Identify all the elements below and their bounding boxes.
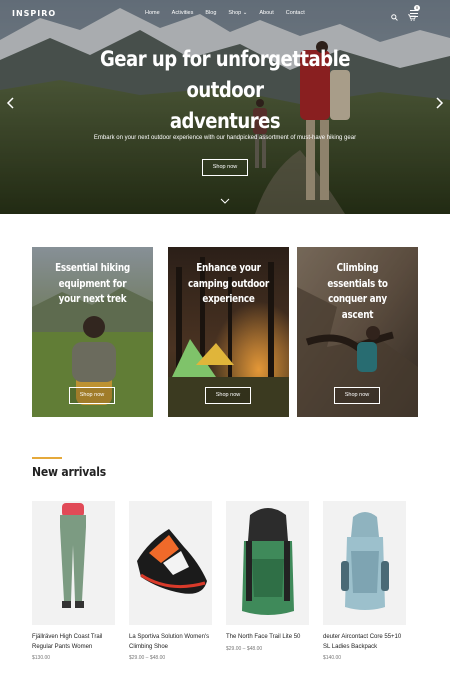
product-name[interactable]: deuter Aircontact Core 55+10 SL Ladies B… (323, 633, 406, 652)
top-navigation: INSPIRO Home Activities Blog Shop ⌄ Abou… (0, 0, 450, 28)
menu-item-contact[interactable]: Contact (286, 10, 305, 16)
menu-item-about[interactable]: About (259, 10, 273, 16)
menu-item-activities[interactable]: Activities (172, 10, 194, 16)
product-price: $29.00 – $48.00 (129, 655, 166, 661)
promo-shop-now-button[interactable]: Shop now (205, 387, 251, 404)
product-price: $140.00 (323, 655, 342, 661)
product-image[interactable] (32, 501, 115, 625)
product-card[interactable]: La Sportiva Solution Women's Climbing Sh… (129, 501, 212, 661)
product-card[interactable]: deuter Aircontact Core 55+10 SL Ladies B… (323, 501, 406, 661)
hero-title-line-1: Gear up for unforgettable outdoor (100, 47, 350, 102)
product-image[interactable] (129, 501, 212, 625)
menu-item-home[interactable]: Home (145, 10, 160, 16)
scroll-down-chevron-icon[interactable] (220, 198, 230, 204)
hamburger-menu-icon[interactable] (410, 10, 418, 19)
product-image[interactable] (323, 501, 406, 625)
hero-slider: INSPIRO Home Activities Blog Shop ⌄ Abou… (0, 0, 450, 214)
product-name[interactable]: The North Face Trail Lite 50 (226, 633, 309, 643)
hero-subtitle: Embark on your next outdoor experience w… (93, 135, 357, 141)
promo-card-camping[interactable]: Enhance your camping outdoor experience … (168, 247, 289, 417)
promo-shop-now-button[interactable]: Shop now (69, 387, 115, 404)
hero-shop-now-button[interactable]: Shop now (202, 159, 248, 176)
slider-prev-arrow-icon[interactable] (6, 97, 16, 109)
product-price: $29.00 – $48.00 (226, 645, 263, 652)
hero-title: Gear up for unforgettable outdoor advent… (66, 44, 384, 137)
promo-card-title: Climbing essentials to conquer any ascen… (327, 262, 388, 321)
chevron-down-icon: ⌄ (242, 10, 248, 16)
product-card[interactable]: Fjällräven High Coast Trail Regular Pant… (32, 501, 115, 661)
site-logo[interactable]: INSPIRO (12, 9, 56, 18)
menu-item-blog[interactable]: Blog (205, 10, 216, 16)
promo-card-title: Essential hiking equipment for your next… (55, 262, 130, 305)
section-accent-line (32, 457, 62, 459)
menu-item-shop-label: Shop (228, 10, 242, 16)
product-price: $130.00 (32, 655, 51, 661)
hero-title-line-2: adventures (169, 109, 281, 133)
menu-item-shop[interactable]: Shop ⌄ (228, 10, 247, 16)
promo-card-title: Enhance your camping outdoor experience (188, 262, 269, 305)
new-arrivals-heading: New arrivals (32, 465, 107, 479)
product-name[interactable]: Fjällräven High Coast Trail Regular Pant… (32, 633, 115, 652)
promo-shop-now-button[interactable]: Shop now (334, 387, 380, 404)
product-name[interactable]: La Sportiva Solution Women's Climbing Sh… (129, 633, 212, 652)
search-icon[interactable] (391, 13, 398, 21)
slider-next-arrow-icon[interactable] (434, 97, 444, 109)
product-card[interactable]: The North Face Trail Lite 50 $29.00 – $4… (226, 501, 309, 652)
promo-card-climbing[interactable]: Climbing essentials to conquer any ascen… (297, 247, 418, 417)
promo-card-hiking[interactable]: Essential hiking equipment for your next… (32, 247, 153, 417)
product-image[interactable] (226, 501, 309, 625)
main-menu: Home Activities Blog Shop ⌄ About Contac… (145, 10, 305, 16)
